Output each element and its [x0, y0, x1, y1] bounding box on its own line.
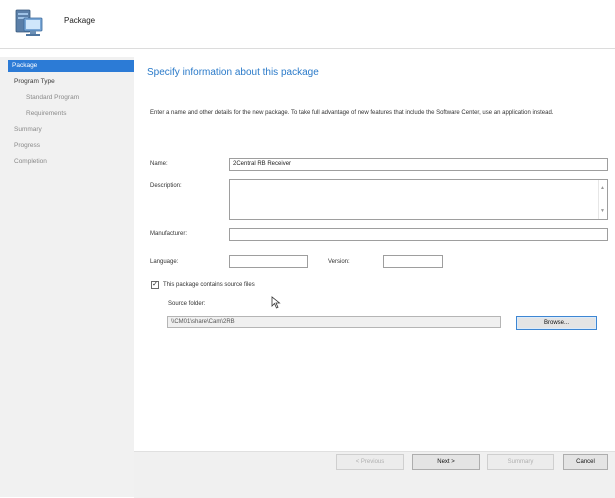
source-files-checkbox[interactable]: ✓: [151, 281, 159, 289]
source-folder-field[interactable]: \\CM01\share\Cam\2RB: [167, 316, 501, 328]
page-heading: Specify information about this package: [147, 67, 319, 78]
next-button[interactable]: Next >: [412, 454, 480, 470]
description-field[interactable]: ▲ ▼: [229, 179, 608, 220]
name-label: Name:: [150, 161, 168, 167]
sidebar-item-summary[interactable]: Summary: [10, 124, 144, 136]
sidebar-item-package[interactable]: Package: [8, 60, 134, 72]
sidebar-item-label: Completion: [14, 158, 47, 165]
scroll-up-icon[interactable]: ▲: [600, 183, 605, 193]
wizard-sidebar: Package Program Type Standard Program Re…: [0, 57, 134, 497]
intro-text: Enter a name and other details for the n…: [150, 110, 554, 116]
sidebar-item-label: Progress: [14, 142, 41, 149]
description-scrollbar[interactable]: ▲ ▼: [598, 180, 607, 219]
cancel-button[interactable]: Cancel: [563, 454, 608, 470]
version-label: Version:: [328, 259, 350, 265]
sidebar-item-label: Standard Program: [26, 94, 80, 101]
description-label: Description:: [150, 183, 182, 189]
sidebar-item-label: Package: [12, 62, 38, 69]
source-files-label: This package contains source files: [163, 282, 255, 288]
summary-button[interactable]: Summary: [487, 454, 554, 470]
header-divider: [0, 48, 615, 49]
wizard-content: [134, 57, 615, 497]
source-folder-label: Source folder:: [168, 301, 206, 307]
version-field[interactable]: [383, 255, 443, 268]
browse-button[interactable]: Browse...: [516, 316, 597, 330]
sidebar-item-program-type[interactable]: Program Type: [10, 76, 144, 88]
sidebar-item-completion[interactable]: Completion: [10, 156, 144, 168]
sidebar-item-label: Program Type: [14, 78, 55, 85]
manufacturer-label: Manufacturer:: [150, 231, 188, 237]
manufacturer-field[interactable]: [229, 228, 608, 241]
sidebar-item-progress[interactable]: Progress: [10, 140, 144, 152]
sidebar-item-label: Summary: [14, 126, 42, 133]
language-field[interactable]: [229, 255, 308, 268]
mouse-cursor-icon: [271, 296, 281, 309]
name-field[interactable]: 2Central RB Receiver: [229, 158, 608, 171]
window-title: Package: [64, 16, 96, 25]
computer-package-icon: [15, 9, 43, 36]
wizard-header: Package: [0, 0, 615, 48]
sidebar-item-label: Requirements: [26, 110, 67, 117]
scroll-down-icon[interactable]: ▼: [600, 206, 605, 216]
previous-button[interactable]: < Previous: [336, 454, 404, 470]
language-label: Language:: [150, 259, 179, 265]
